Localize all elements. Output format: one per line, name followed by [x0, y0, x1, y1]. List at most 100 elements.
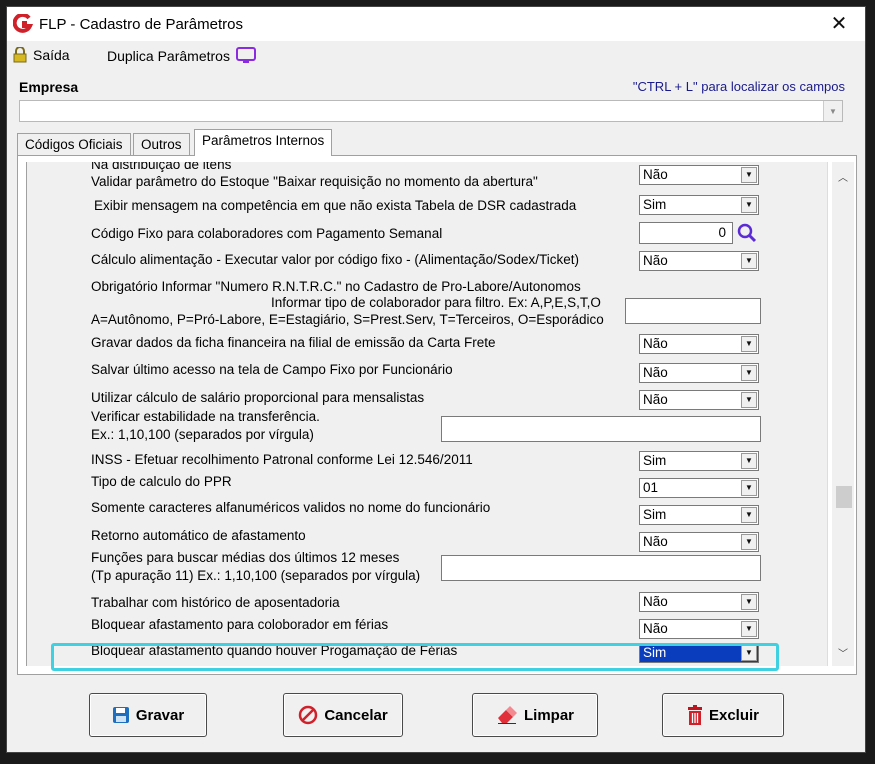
chevron-down-icon: ▼: [741, 534, 757, 550]
eraser-icon: [497, 706, 517, 724]
param-text-input[interactable]: [441, 555, 761, 581]
param-select[interactable]: Sim ▼: [639, 195, 759, 215]
param-label: Somente caracteres alfanuméricos validos…: [91, 500, 491, 515]
param-select[interactable]: Sim ▼: [639, 451, 759, 471]
param-select[interactable]: Não ▼: [639, 532, 759, 552]
param-label: Cálculo alimentação - Executar valor por…: [91, 252, 579, 267]
exit-button[interactable]: Saída: [13, 47, 70, 63]
toolbar: Saída Duplica Parâmetros: [7, 43, 865, 69]
delete-label: Excluir: [708, 706, 760, 724]
chevron-down-icon: ▼: [741, 336, 757, 352]
vertical-scrollbar[interactable]: ︿ ﹀: [832, 162, 854, 666]
params-panel: Na distribuição de itens Validar parâmet…: [17, 155, 857, 675]
select-value: Não: [643, 594, 668, 609]
tab-label: Parâmetros Internos: [202, 133, 325, 148]
window-title: FLP - Cadastro de Parâmetros: [39, 16, 243, 33]
chevron-down-icon: ▼: [741, 167, 757, 183]
param-select[interactable]: Não ▼: [639, 390, 759, 410]
clear-label: Limpar: [523, 706, 574, 724]
highlight-annotation: [51, 643, 779, 671]
param-select[interactable]: Não ▼: [639, 251, 759, 271]
cancel-label: Cancelar: [324, 706, 388, 724]
select-value: Não: [643, 253, 668, 268]
tab-label: Códigos Oficiais: [25, 137, 123, 152]
param-label: Obrigatório Informar "Numero R.N.T.R.C."…: [91, 279, 581, 294]
tab-outros[interactable]: Outros: [133, 133, 190, 156]
param-select[interactable]: Sim ▼: [639, 505, 759, 525]
param-label: Salvar último acesso na tela de Campo Fi…: [91, 362, 453, 377]
param-select[interactable]: 01 ▼: [639, 478, 759, 498]
title-bar: FLP - Cadastro de Parâmetros ✕: [7, 7, 865, 41]
duplicate-label: Duplica Parâmetros: [107, 48, 230, 64]
param-select[interactable]: Não ▼: [639, 592, 759, 612]
scroll-down-icon[interactable]: ﹀: [832, 642, 854, 662]
chevron-down-icon: ▼: [741, 392, 757, 408]
param-label: Funções para buscar médias dos últimos 1…: [91, 550, 400, 565]
param-label: Informar tipo de colaborador para filtro…: [271, 295, 601, 310]
param-label: Código Fixo para colaboradores com Pagam…: [91, 226, 443, 241]
param-label: Verificar estabilidade na transferência.: [91, 409, 320, 424]
clear-button[interactable]: Limpar: [472, 693, 598, 737]
param-label: Bloquear afastamento para coloborador em…: [91, 617, 389, 632]
exit-label: Saída: [33, 47, 70, 63]
delete-button[interactable]: Excluir: [662, 693, 784, 737]
scroll-thumb[interactable]: [836, 486, 852, 508]
param-label: INSS - Efetuar recolhimento Patronal con…: [91, 452, 473, 467]
chevron-down-icon: ▼: [741, 594, 757, 610]
cancel-icon: [299, 705, 318, 725]
param-number-input[interactable]: 0: [639, 222, 733, 244]
param-label: Trabalhar com histórico de aposentadoria: [91, 595, 340, 610]
param-label: Utilizar cálculo de salário proporcional…: [91, 390, 425, 405]
chevron-down-icon[interactable]: ▼: [823, 101, 842, 121]
select-value: Sim: [643, 453, 667, 468]
close-icon: ✕: [830, 13, 848, 35]
chevron-down-icon: ▼: [741, 453, 757, 469]
param-text-input[interactable]: [625, 298, 761, 324]
param-label: Ex.: 1,10,100 (separados por vírgula): [91, 427, 314, 442]
tab-codigos-oficiais[interactable]: Códigos Oficiais: [17, 133, 131, 156]
tab-parametros-internos[interactable]: Parâmetros Internos: [194, 129, 333, 156]
param-label: (Tp apuração 11) Ex.: 1,10,100 (separado…: [91, 568, 421, 583]
close-button[interactable]: ✕: [821, 11, 857, 37]
app-logo-icon: [13, 14, 33, 33]
select-value: Sim: [643, 507, 667, 522]
scroll-up-icon[interactable]: ︿: [832, 166, 854, 186]
select-value: Não: [643, 365, 668, 380]
select-value: Sim: [643, 197, 667, 212]
param-select[interactable]: Não ▼: [639, 334, 759, 354]
lock-icon: [13, 47, 27, 63]
param-label: Validar parâmetro do Estoque "Baixar req…: [91, 174, 538, 189]
search-icon[interactable]: [737, 223, 757, 243]
select-value: Não: [643, 167, 668, 182]
param-select[interactable]: Não ▼: [639, 363, 759, 383]
empresa-label: Empresa: [19, 79, 79, 95]
save-button[interactable]: Gravar: [89, 693, 207, 737]
monitor-icon: [235, 47, 256, 63]
ctrl-l-hint: "CTRL + L" para localizar os campos: [632, 79, 845, 94]
empresa-select[interactable]: ▼: [19, 100, 843, 122]
chevron-down-icon: ▼: [741, 197, 757, 213]
select-value: Não: [643, 392, 668, 407]
param-select[interactable]: Não ▼: [639, 165, 759, 185]
chevron-down-icon: ▼: [741, 621, 757, 637]
params-list: Na distribuição de itens Validar parâmet…: [26, 162, 828, 666]
duplicate-params-button[interactable]: Duplica Parâmetros: [107, 47, 256, 65]
save-label: Gravar: [135, 706, 185, 724]
app-window: FLP - Cadastro de Parâmetros ✕ Saída Dup…: [6, 6, 866, 753]
select-value: Não: [643, 621, 668, 636]
param-select[interactable]: Não ▼: [639, 619, 759, 639]
tab-label: Outros: [141, 137, 182, 152]
floppy-disk-icon: [112, 707, 129, 723]
param-label: Gravar dados da ficha financeira na fili…: [91, 335, 496, 350]
param-label: Retorno automático de afastamento: [91, 528, 306, 543]
select-value: Não: [643, 336, 668, 351]
cancel-button[interactable]: Cancelar: [283, 693, 403, 737]
param-label: Tipo de calculo do PPR: [91, 474, 232, 489]
param-label: Exibir mensagem na competência em que nã…: [94, 198, 577, 213]
select-value: 01: [643, 480, 659, 495]
param-label-cut: Na distribuição de itens: [91, 162, 232, 172]
input-value: 0: [718, 225, 726, 240]
param-label: A=Autônomo, P=Pró-Labore, E=Estagiário, …: [91, 312, 604, 327]
select-value: Não: [643, 534, 668, 549]
param-text-input[interactable]: [441, 416, 761, 442]
